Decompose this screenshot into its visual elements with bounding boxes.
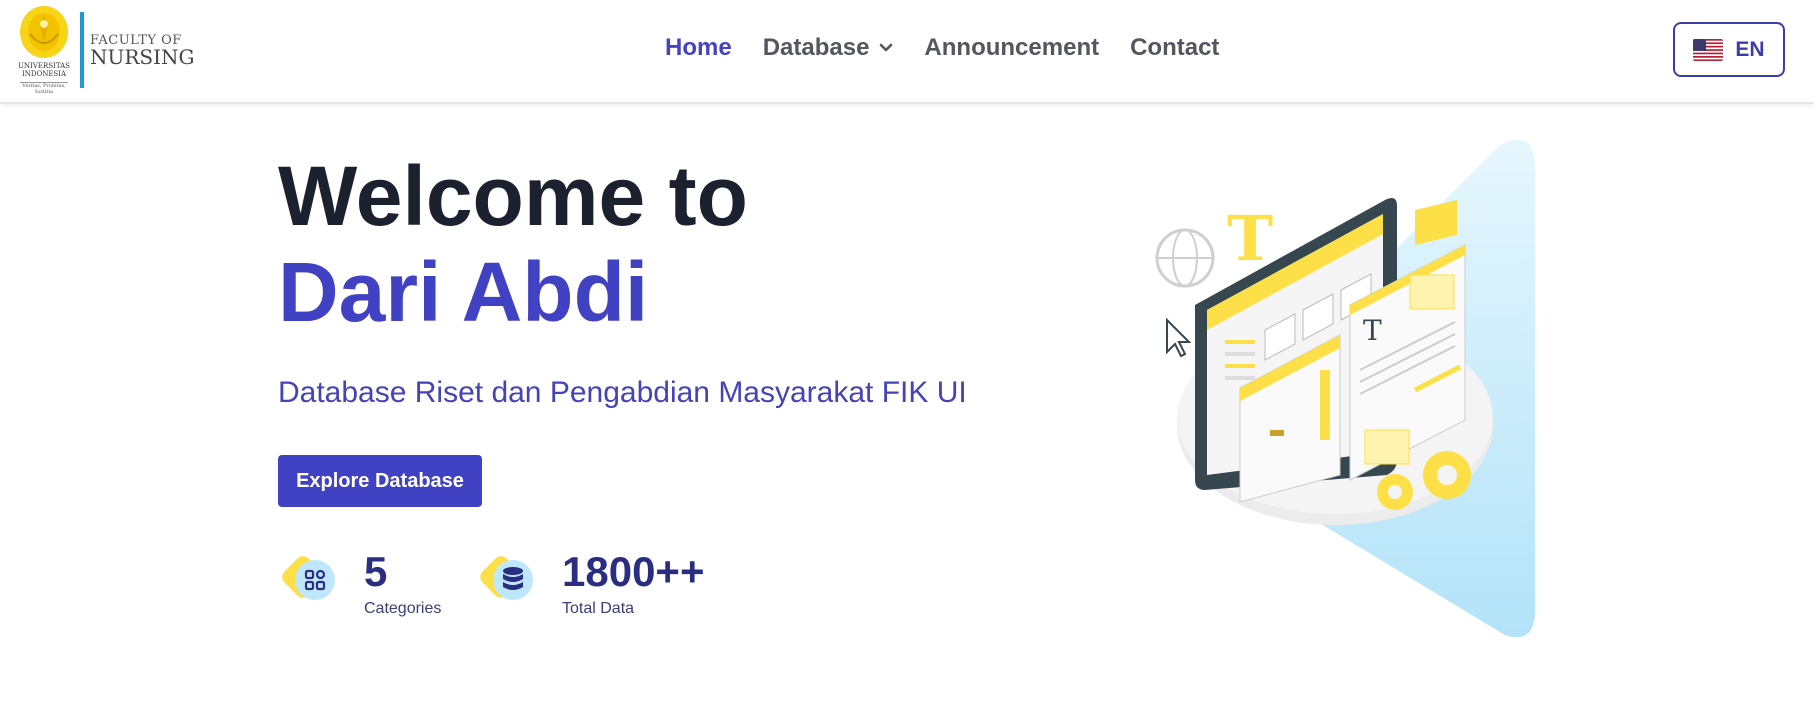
hero-illustration: T T: [1135, 130, 1555, 650]
stat-categories: 5 Categories: [278, 548, 441, 618]
faculty-logo[interactable]: UNIVERSITAS INDONESIA Veritas, Probitas,…: [16, 4, 195, 95]
university-motto: Veritas, Probitas, Iustitia: [20, 82, 68, 95]
hero-subtitle: Database Riset dan Pengabdian Masyarakat…: [278, 376, 967, 409]
svg-text:T: T: [1227, 202, 1273, 275]
language-button[interactable]: EN: [1673, 22, 1785, 77]
nav-home-label: Home: [665, 34, 732, 61]
faculty-line2: NURSING: [90, 45, 195, 69]
svg-text:T: T: [1363, 314, 1382, 347]
university-name: UNIVERSITAS INDONESIA: [18, 62, 70, 78]
main-nav: Home Database Announcement Contact: [665, 34, 1250, 62]
chevron-down-icon: [880, 43, 893, 52]
nav-announcement-label: Announcement: [924, 34, 1100, 61]
nav-database-label: Database: [762, 34, 870, 61]
nav-announcement[interactable]: Announcement: [924, 34, 1099, 62]
us-flag-icon: [1693, 38, 1724, 61]
database-icon: [476, 548, 538, 608]
nav-home[interactable]: Home: [665, 34, 732, 62]
categories-label: Categories: [364, 600, 442, 617]
nav-database[interactable]: Database: [763, 34, 894, 62]
categories-icon: [278, 548, 340, 608]
language-label: EN: [1735, 37, 1765, 61]
ui-emblem-icon: UNIVERSITAS INDONESIA Veritas, Probitas,…: [16, 4, 72, 95]
nav-contact[interactable]: Contact: [1130, 34, 1219, 62]
categories-count: 5: [364, 548, 388, 595]
explore-database-button[interactable]: Explore Database: [278, 455, 482, 507]
stat-total-data: 1800++ Total Data: [476, 548, 705, 618]
total-data-label: Total Data: [562, 600, 635, 617]
total-data-count: 1800++: [562, 548, 705, 595]
hero-title-line1: Welcome to: [278, 149, 748, 243]
nav-contact-label: Contact: [1130, 34, 1220, 61]
site-header: UNIVERSITAS INDONESIA Veritas, Probitas,…: [0, 0, 1814, 104]
faculty-name: FACULTY OF NURSING: [90, 34, 195, 67]
logo-divider: [80, 12, 84, 88]
hero-title-line2: Dari Abdi: [278, 245, 649, 339]
